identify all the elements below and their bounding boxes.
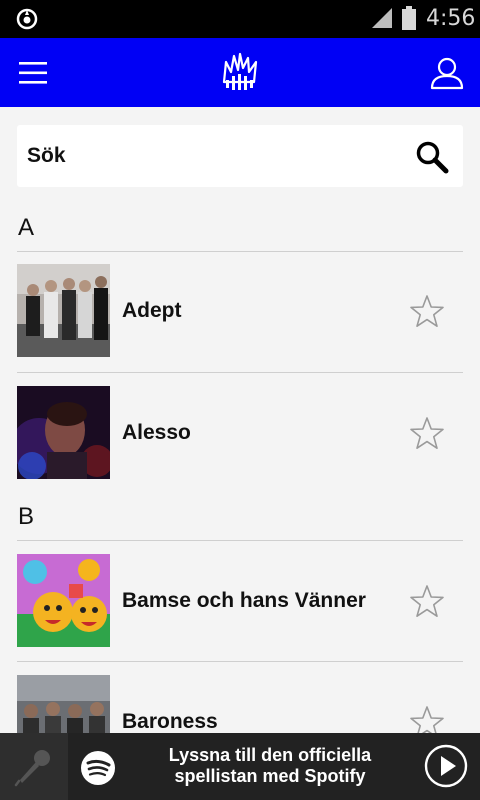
search-box <box>17 125 463 187</box>
section-header-b: B <box>18 503 35 530</box>
artist-row-bamse[interactable]: Bamse och hans Vänner <box>17 554 463 648</box>
artist-name: Bamse och hans Vänner <box>122 589 366 612</box>
star-icon[interactable] <box>409 416 445 450</box>
artist-photo <box>17 386 110 479</box>
cta-line-2: spellistan med Spotify <box>174 766 366 786</box>
artist-photo <box>17 264 110 357</box>
artist-name: Alesso <box>122 421 191 444</box>
status-time: 4:56 <box>426 6 476 31</box>
app-header <box>0 38 480 107</box>
divider <box>17 372 463 373</box>
battery-icon <box>402 6 416 30</box>
section-header-a: A <box>18 214 35 241</box>
mic-button[interactable] <box>0 733 68 800</box>
star-icon[interactable] <box>409 584 445 618</box>
spotify-icon <box>81 751 115 785</box>
artist-photo <box>17 554 110 647</box>
user-icon[interactable] <box>430 56 464 90</box>
star-icon[interactable] <box>409 294 445 328</box>
play-icon[interactable] <box>424 744 468 788</box>
search-input[interactable] <box>27 125 407 187</box>
signal-icon <box>372 8 392 28</box>
spotify-cta-text: Lyssna till den officiella spellistan me… <box>130 745 410 787</box>
divider <box>17 661 463 662</box>
festival-logo-icon <box>222 52 258 90</box>
cta-line-1: Lyssna till den officiella <box>168 745 372 765</box>
spotify-player-bar[interactable]: Lyssna till den officiella spellistan me… <box>0 733 480 800</box>
microphone-icon <box>14 750 50 787</box>
search-icon[interactable] <box>415 140 449 174</box>
artist-name: Adept <box>122 299 182 322</box>
artist-row-alesso[interactable]: Alesso <box>17 386 463 480</box>
divider <box>17 251 463 252</box>
status-bar: 4:56 <box>0 0 480 38</box>
artist-row-adept[interactable]: Adept <box>17 264 463 358</box>
notification-icon <box>16 8 38 30</box>
hamburger-icon[interactable] <box>18 58 48 88</box>
divider <box>17 540 463 541</box>
